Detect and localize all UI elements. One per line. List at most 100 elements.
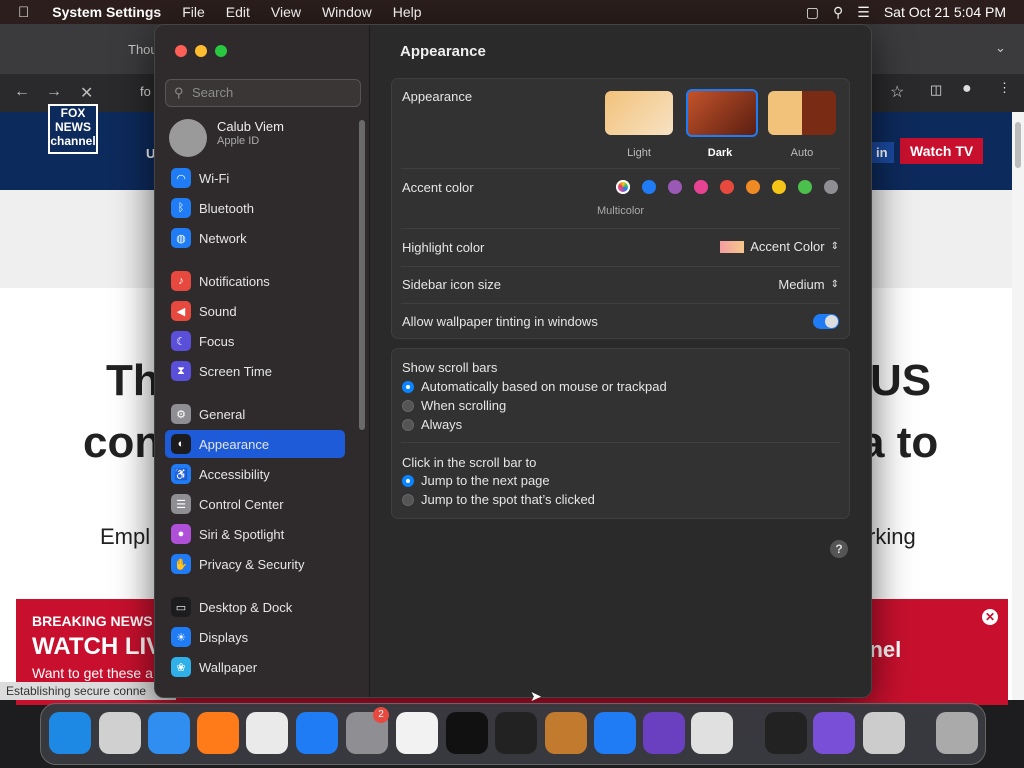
- search-input[interactable]: ⚲ Search: [165, 79, 361, 107]
- accent-swatch[interactable]: [694, 180, 708, 194]
- accent-swatch[interactable]: [772, 180, 786, 194]
- sidebar-scrollbar[interactable]: [359, 120, 365, 430]
- accent-swatch[interactable]: [746, 180, 760, 194]
- zoom-window-button[interactable]: [215, 45, 227, 57]
- close-window-button[interactable]: [175, 45, 187, 57]
- click-scroll-option-label[interactable]: Jump to the next page: [421, 473, 550, 488]
- click-scroll-option-label[interactable]: Jump to the spot that’s clicked: [421, 492, 595, 507]
- menu-window[interactable]: Window: [322, 4, 372, 20]
- obs-icon[interactable]: [765, 712, 807, 754]
- automator-icon[interactable]: [863, 712, 905, 754]
- accent-color-label: Accent color: [402, 180, 474, 195]
- minimize-window-button[interactable]: [195, 45, 207, 57]
- login-link[interactable]: in: [870, 142, 894, 163]
- tab-list-chevron-icon[interactable]: ⌄: [995, 40, 1006, 56]
- capcut-icon[interactable]: [495, 712, 537, 754]
- sidebar-item-focus[interactable]: ☾ Focus: [165, 327, 345, 355]
- menu-edit[interactable]: Edit: [226, 4, 250, 20]
- vscode-icon[interactable]: [594, 712, 636, 754]
- wallpaper-tinting-toggle[interactable]: [813, 314, 839, 329]
- accent-swatch[interactable]: [824, 180, 838, 194]
- sidebar-item-notifications[interactable]: ♪ Notifications: [165, 267, 345, 295]
- divider: [401, 168, 840, 169]
- sidebar-item-privacy-security[interactable]: ✋ Privacy & Security: [165, 550, 345, 578]
- scroll-bars-radio[interactable]: [402, 381, 414, 393]
- sidebar-item-desktop-dock[interactable]: ▭ Desktop & Dock: [165, 593, 345, 621]
- click-scroll-radio[interactable]: [402, 475, 414, 487]
- menu-clock[interactable]: Sat Oct 21 5:04 PM: [884, 4, 1006, 20]
- light-mode-thumbnail[interactable]: [605, 91, 673, 135]
- textedit-icon[interactable]: [396, 712, 438, 754]
- sidebar-item-network[interactable]: ◍ Network: [165, 224, 345, 252]
- launchpad-icon[interactable]: [99, 712, 141, 754]
- garageband-icon[interactable]: [545, 712, 587, 754]
- bookmark-star-icon[interactable]: ☆: [890, 82, 904, 102]
- scroll-bars-option-label[interactable]: When scrolling: [421, 398, 506, 413]
- scroll-bars-option-label[interactable]: Automatically based on mouse or trackpad: [421, 379, 667, 394]
- highlight-color-popup[interactable]: Accent Color ⇕: [720, 239, 839, 254]
- archive-icon[interactable]: [813, 712, 855, 754]
- menu-app-name[interactable]: System Settings: [52, 4, 161, 20]
- apple-id-account[interactable]: Calub Viem Apple ID: [169, 119, 359, 159]
- back-icon[interactable]: ←: [14, 83, 30, 101]
- auto-mode-thumbnail[interactable]: [768, 91, 836, 135]
- watch-tv-button[interactable]: Watch TV: [900, 138, 984, 164]
- menu-file[interactable]: File: [182, 4, 205, 20]
- account-subtitle: Apple ID: [217, 135, 260, 147]
- browser-scrollbar[interactable]: [1012, 112, 1024, 700]
- sidebar-icon-size-popup[interactable]: Medium ⇕: [778, 277, 839, 292]
- accent-swatch[interactable]: [798, 180, 812, 194]
- sidebar-item-general[interactable]: ⚙ General: [165, 400, 345, 428]
- sidebar-item-wallpaper[interactable]: ❀ Wallpaper: [165, 653, 345, 681]
- safari-icon[interactable]: [148, 712, 190, 754]
- sidebar-item-accessibility[interactable]: ♿ Accessibility: [165, 460, 345, 488]
- sidebar-item-control-center[interactable]: ☰ Control Center: [165, 490, 345, 518]
- accent-swatch[interactable]: [720, 180, 734, 194]
- sidebar-item-appearance[interactable]: ◐ Appearance: [165, 430, 345, 458]
- sidebar-item-displays[interactable]: ☀ Displays: [165, 623, 345, 651]
- profile-icon[interactable]: ●: [962, 80, 972, 98]
- scroll-bars-radio[interactable]: [402, 400, 414, 412]
- sidebar-item-siri-spotlight[interactable]: ● Siri & Spotlight: [165, 520, 345, 548]
- visual-studio-icon[interactable]: [643, 712, 685, 754]
- close-banner-icon[interactable]: ✕: [982, 609, 998, 625]
- terminal-icon[interactable]: [446, 712, 488, 754]
- control-center-icon: ☰: [171, 494, 191, 514]
- sidebar-toggle-icon[interactable]: ◫: [930, 82, 942, 98]
- menu-bar:  System Settings File Edit View Window …: [0, 0, 1024, 24]
- scroll-bars-radio[interactable]: [402, 419, 414, 431]
- click-scroll-radio[interactable]: [402, 494, 414, 506]
- accent-swatch[interactable]: [668, 180, 682, 194]
- finder-icon[interactable]: [49, 712, 91, 754]
- roblox-icon[interactable]: [691, 712, 733, 754]
- firefox-icon[interactable]: [197, 712, 239, 754]
- forward-icon[interactable]: →: [46, 83, 62, 101]
- accent-swatch[interactable]: [642, 180, 656, 194]
- fox-news-logo[interactable]: FOX NEWS channel: [48, 104, 98, 154]
- sidebar-item-bluetooth[interactable]: ᛒ Bluetooth: [165, 194, 345, 222]
- kebab-menu-icon[interactable]: ⋮: [998, 80, 1011, 96]
- scroll-bars-option-label[interactable]: Always: [421, 417, 462, 432]
- menu-help[interactable]: Help: [393, 4, 422, 20]
- menu-view[interactable]: View: [271, 4, 301, 20]
- address-bar[interactable]: fo: [140, 84, 151, 99]
- sidebar-item-sound[interactable]: ◀ Sound: [165, 297, 345, 325]
- help-button[interactable]: ?: [830, 540, 848, 558]
- control-center-icon[interactable]: ☰: [857, 4, 870, 21]
- sidebar-item-screen-time[interactable]: ⧗ Screen Time: [165, 357, 345, 385]
- sidebar-item-label: Bluetooth: [199, 200, 254, 216]
- trash-icon[interactable]: [936, 712, 978, 754]
- breaking-title: WATCH LIV: [32, 633, 163, 660]
- stage-manager-icon[interactable]: ▢: [806, 4, 819, 21]
- app-store-icon[interactable]: [296, 712, 338, 754]
- browser-status-text: Establishing secure conne: [0, 682, 176, 700]
- bell-icon: ♪: [171, 271, 191, 291]
- chrome-icon[interactable]: [246, 712, 288, 754]
- spotlight-search-icon[interactable]: ⚲: [833, 4, 843, 21]
- dark-mode-thumbnail[interactable]: [686, 89, 758, 137]
- sidebar-item-wi-fi[interactable]: ◠ Wi-Fi: [165, 164, 345, 192]
- accent-swatch[interactable]: [616, 180, 630, 194]
- apple-menu-icon[interactable]: : [18, 4, 29, 21]
- stop-icon[interactable]: ✕: [80, 83, 93, 103]
- sidebar-item-label: Notifications: [199, 273, 270, 289]
